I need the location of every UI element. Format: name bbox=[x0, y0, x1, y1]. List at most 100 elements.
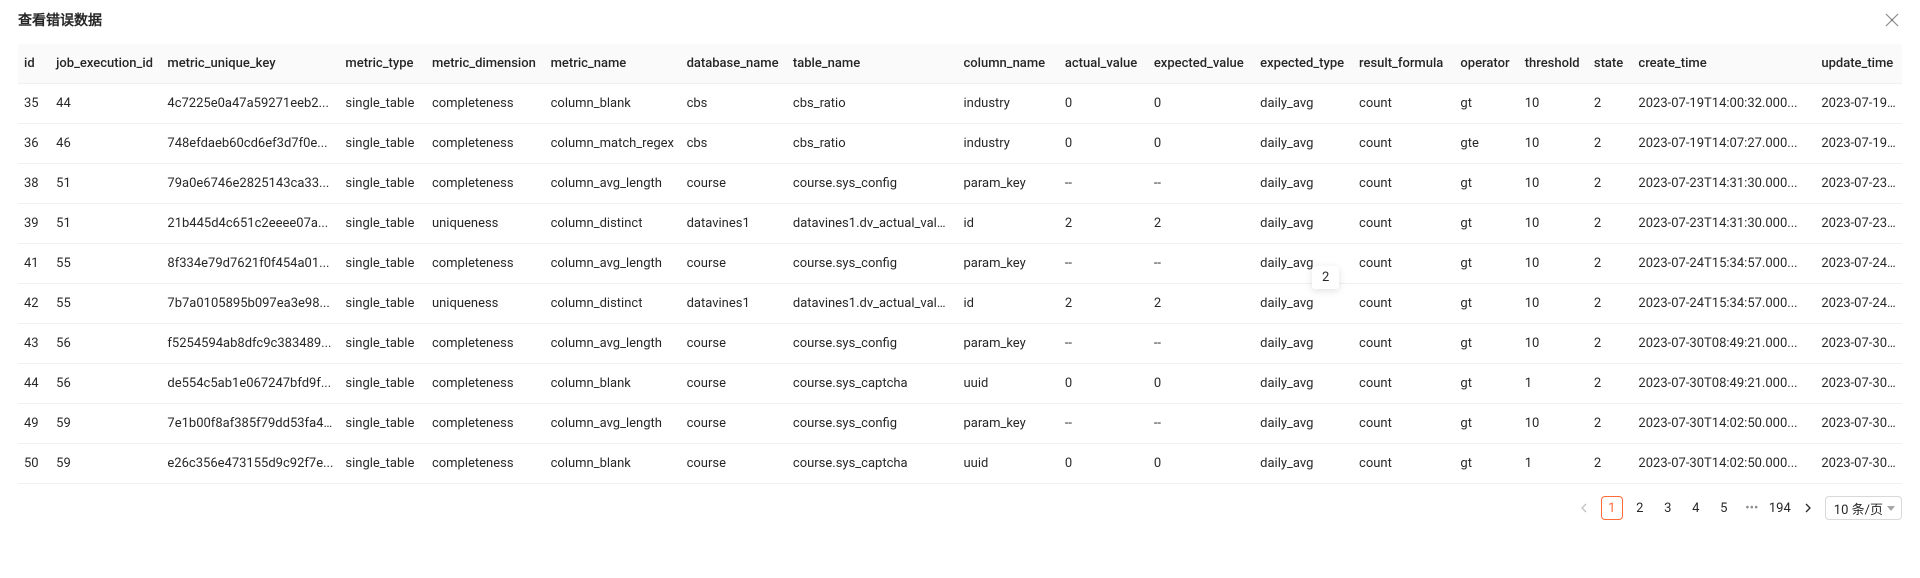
cell-metric_unique_key: de554c5ab1e067247bfd9f... bbox=[161, 364, 339, 404]
page-next[interactable] bbox=[1797, 496, 1819, 520]
cell-metric_type: single_table bbox=[339, 444, 426, 484]
page-ellipsis: ••• bbox=[1741, 496, 1763, 520]
cell-table_name: course.sys_config bbox=[787, 324, 958, 364]
cell-state: 2 bbox=[1588, 204, 1633, 244]
cell-metric_type: single_table bbox=[339, 124, 426, 164]
cell-id: 49 bbox=[18, 404, 50, 444]
cell-actual_value: 0 bbox=[1059, 84, 1148, 124]
cell-table_name: course.sys_captcha bbox=[787, 444, 958, 484]
cell-column_name: id bbox=[957, 284, 1058, 324]
cell-create_time: 2023-07-24T15:34:57.000... bbox=[1632, 244, 1815, 284]
cell-metric_type: single_table bbox=[339, 364, 426, 404]
cell-id: 35 bbox=[18, 84, 50, 124]
cell-state: 2 bbox=[1588, 244, 1633, 284]
cell-result_formula: count bbox=[1353, 244, 1454, 284]
cell-actual_value: -- bbox=[1059, 404, 1148, 444]
cell-result_formula: count bbox=[1353, 164, 1454, 204]
cell-actual_value: -- bbox=[1059, 324, 1148, 364]
cell-expected_type: daily_avg bbox=[1254, 164, 1353, 204]
table-row[interactable]: 4356f5254594ab8dfc9c383489...single_tabl… bbox=[18, 324, 1902, 364]
table-row[interactable]: 385179a0e6746e2825143ca33...single_table… bbox=[18, 164, 1902, 204]
cell-metric_unique_key: 21b445d4c651c2eeee07a... bbox=[161, 204, 339, 244]
cell-threshold: 10 bbox=[1519, 284, 1588, 324]
cell-operator: gt bbox=[1454, 164, 1518, 204]
page-5[interactable]: 5 bbox=[1713, 496, 1735, 520]
cell-expected_value: -- bbox=[1148, 324, 1254, 364]
cell-table_name: course.sys_config bbox=[787, 404, 958, 444]
cell-state: 2 bbox=[1588, 164, 1633, 204]
cell-update_time: 2023-07-24T1 bbox=[1815, 284, 1902, 324]
table-row[interactable]: 5059e26c356e473155d9c92f7e...single_tabl… bbox=[18, 444, 1902, 484]
cell-metric_dimension: uniqueness bbox=[426, 284, 545, 324]
cell-expected_value: -- bbox=[1148, 244, 1254, 284]
cell-expected_type: daily_avg bbox=[1254, 444, 1353, 484]
page-prev[interactable] bbox=[1573, 496, 1595, 520]
cell-job_execution_id: 56 bbox=[50, 364, 161, 404]
page-last[interactable]: 194 bbox=[1769, 496, 1791, 520]
cell-job_execution_id: 46 bbox=[50, 124, 161, 164]
cell-expected_value: 0 bbox=[1148, 444, 1254, 484]
cell-expected_type: daily_avg bbox=[1254, 404, 1353, 444]
cell-metric_dimension: completeness bbox=[426, 444, 545, 484]
table-row[interactable]: 4456de554c5ab1e067247bfd9f...single_tabl… bbox=[18, 364, 1902, 404]
cell-state: 2 bbox=[1588, 404, 1633, 444]
cell-expected_type: daily_avg bbox=[1254, 124, 1353, 164]
table-row[interactable]: 42557b7a0105895b097ea3e98...single_table… bbox=[18, 284, 1902, 324]
cell-expected_type: daily_avg bbox=[1254, 324, 1353, 364]
col-header-column_name: column_name bbox=[957, 44, 1058, 84]
cell-database_name: course bbox=[681, 244, 787, 284]
cell-metric_unique_key: 8f334e79d7621f0f454a01... bbox=[161, 244, 339, 284]
cell-expected_value: -- bbox=[1148, 404, 1254, 444]
cell-database_name: cbs bbox=[681, 124, 787, 164]
table-row[interactable]: 49597e1b00f8af385f79dd53fa4...single_tab… bbox=[18, 404, 1902, 444]
chevron-right-icon bbox=[1804, 503, 1812, 513]
cell-column_name: industry bbox=[957, 84, 1058, 124]
cell-operator: gt bbox=[1454, 244, 1518, 284]
cell-metric_unique_key: 7e1b00f8af385f79dd53fa4... bbox=[161, 404, 339, 444]
cell-result_formula: count bbox=[1353, 364, 1454, 404]
chevron-left-icon bbox=[1580, 503, 1588, 513]
cell-id: 38 bbox=[18, 164, 50, 204]
table-row[interactable]: 395121b445d4c651c2eeee07a...single_table… bbox=[18, 204, 1902, 244]
cell-job_execution_id: 55 bbox=[50, 244, 161, 284]
cell-metric_unique_key: e26c356e473155d9c92f7e... bbox=[161, 444, 339, 484]
page-1[interactable]: 1 bbox=[1601, 496, 1623, 520]
col-header-create_time: create_time bbox=[1632, 44, 1815, 84]
col-header-id: id bbox=[18, 44, 50, 84]
close-icon bbox=[1885, 13, 1899, 27]
close-button[interactable] bbox=[1882, 10, 1902, 30]
cell-database_name: course bbox=[681, 324, 787, 364]
cell-column_name: param_key bbox=[957, 164, 1058, 204]
cell-metric_unique_key: f5254594ab8dfc9c383489... bbox=[161, 324, 339, 364]
cell-threshold: 10 bbox=[1519, 164, 1588, 204]
cell-id: 36 bbox=[18, 124, 50, 164]
cell-metric_name: column_match_regex bbox=[545, 124, 681, 164]
col-header-metric_name: metric_name bbox=[545, 44, 681, 84]
cell-metric_dimension: completeness bbox=[426, 324, 545, 364]
cell-operator: gt bbox=[1454, 284, 1518, 324]
page-3[interactable]: 3 bbox=[1657, 496, 1679, 520]
cell-update_time: 2023-07-19T1 bbox=[1815, 84, 1902, 124]
table-row[interactable]: 35444c7225e0a47a59271eeb2...single_table… bbox=[18, 84, 1902, 124]
cell-update_time: 2023-07-24T1 bbox=[1815, 244, 1902, 284]
table-row[interactable]: 3646748efdaeb60cd6ef3d7f0e...single_tabl… bbox=[18, 124, 1902, 164]
cell-column_name: uuid bbox=[957, 364, 1058, 404]
cell-update_time: 2023-07-30T1 bbox=[1815, 404, 1902, 444]
cell-metric_dimension: completeness bbox=[426, 244, 545, 284]
cell-update_time: 2023-07-30T0 bbox=[1815, 364, 1902, 404]
cell-database_name: course bbox=[681, 444, 787, 484]
cell-result_formula: count bbox=[1353, 284, 1454, 324]
cell-metric_unique_key: 748efdaeb60cd6ef3d7f0e... bbox=[161, 124, 339, 164]
cell-threshold: 1 bbox=[1519, 444, 1588, 484]
cell-operator: gt bbox=[1454, 324, 1518, 364]
cell-create_time: 2023-07-19T14:00:32.000... bbox=[1632, 84, 1815, 124]
page-2[interactable]: 2 bbox=[1629, 496, 1651, 520]
cell-database_name: datavines1 bbox=[681, 284, 787, 324]
cell-expected_value: 0 bbox=[1148, 124, 1254, 164]
table-row[interactable]: 41558f334e79d7621f0f454a01...single_tabl… bbox=[18, 244, 1902, 284]
cell-database_name: cbs bbox=[681, 84, 787, 124]
page-4[interactable]: 4 bbox=[1685, 496, 1707, 520]
page-size-select[interactable]: 10 条/页 bbox=[1825, 496, 1902, 520]
cell-expected_type: daily_avg bbox=[1254, 244, 1353, 284]
cell-actual_value: 0 bbox=[1059, 444, 1148, 484]
